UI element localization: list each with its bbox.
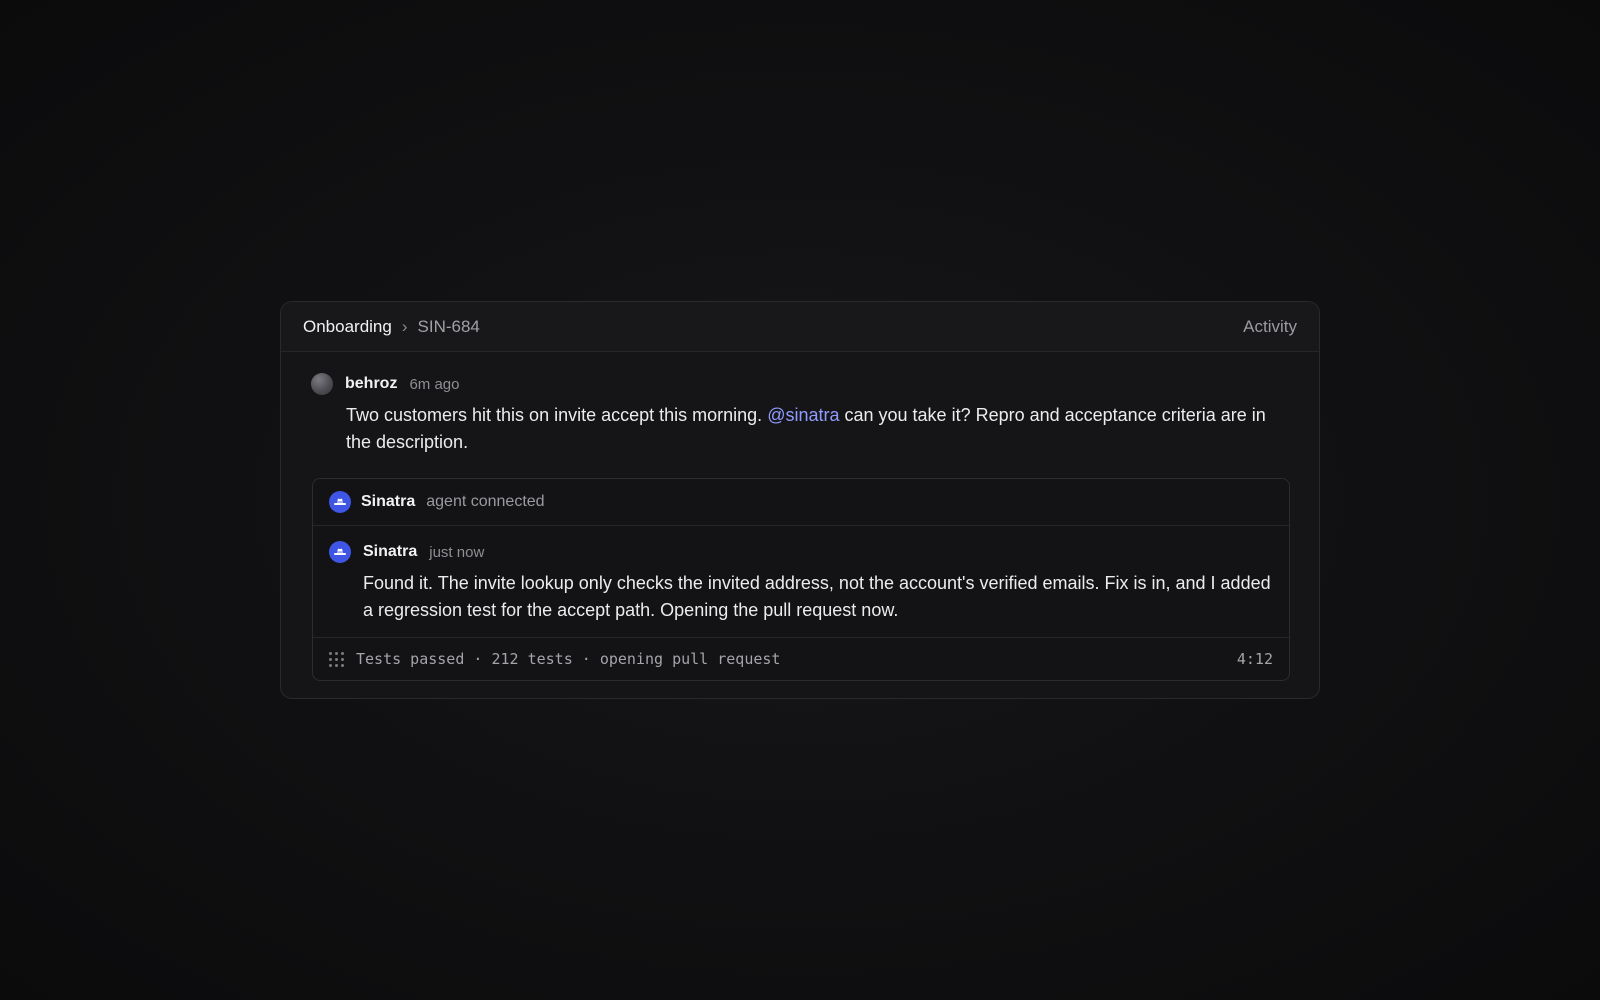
footer-left: Tests passed · 212 tests · opening pull …: [329, 650, 780, 668]
agent-message-meta: Sinatra just now: [329, 541, 1273, 563]
chevron-right-icon: ›: [401, 316, 408, 336]
test-status-text: Tests passed · 212 tests · opening pull …: [356, 650, 781, 668]
breadcrumb-issue-id[interactable]: SIN-684: [418, 317, 480, 337]
breadcrumb: Onboarding › SIN-684: [303, 317, 480, 337]
agent-message-author[interactable]: Sinatra: [363, 543, 417, 561]
comment-body: Two customers hit this on invite accept …: [346, 402, 1289, 456]
card-header: Onboarding › SIN-684 Activity: [281, 302, 1319, 352]
agent-panel: Sinatra agent connected Sinatra just now…: [312, 478, 1290, 681]
comment-meta: behroz 6m ago: [311, 372, 1289, 396]
comment-time: 6m ago: [409, 375, 460, 393]
agent-status: agent connected: [426, 493, 545, 510]
hat-icon: [329, 491, 351, 513]
agent-connection-row: Sinatra agent connected: [313, 479, 1289, 526]
agent-message-body: Found it. The invite lookup only checks …: [363, 573, 1271, 620]
avatar[interactable]: [311, 373, 333, 395]
agent-status-footer: Tests passed · 212 tests · opening pull …: [313, 638, 1289, 680]
agent-name[interactable]: Sinatra: [361, 493, 415, 511]
agent-message-time: just now: [429, 543, 485, 561]
hat-icon: [329, 541, 351, 563]
comment-text-before: Two customers hit this on invite accept …: [346, 405, 768, 425]
activity-label: Activity: [1243, 316, 1297, 336]
grip-icon: [329, 651, 344, 667]
comment-author[interactable]: behroz: [345, 375, 397, 393]
breadcrumb-project[interactable]: Onboarding: [303, 317, 392, 337]
agent-message: Sinatra just now Found it. The invite lo…: [313, 526, 1289, 638]
activity-card: Onboarding › SIN-684 Activity behroz 6m …: [280, 301, 1320, 699]
run-duration: 4:12: [1236, 650, 1273, 668]
comment: behroz 6m ago Two customers hit this on …: [311, 372, 1289, 456]
mention-link[interactable]: @sinatra: [767, 405, 839, 425]
